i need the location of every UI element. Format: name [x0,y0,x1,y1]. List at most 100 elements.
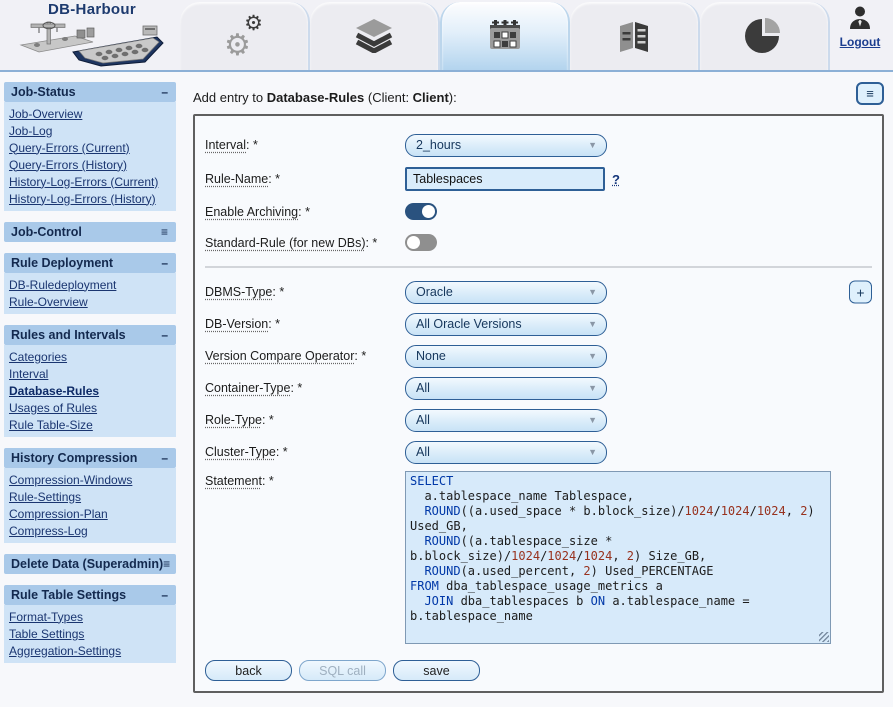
chevron-down-icon: ▼ [588,319,597,329]
page-header: Add entry to Database-Rules (Client: Cli… [193,84,884,110]
selected-value: All [416,413,430,427]
sidebar-item[interactable]: Table Settings [7,625,174,642]
sidebar-section-rule-deployment: Rule Deployment – DB-Ruledeployment Rule… [4,253,176,314]
sql-call-button[interactable]: SQL call [299,660,386,681]
collapse-icon[interactable]: – [161,589,168,601]
sidebar-item[interactable]: History-Log-Errors (Current) [7,173,174,190]
add-entry-button[interactable]: + [849,281,872,304]
rule-name-input[interactable]: Tablespaces [405,167,605,191]
container-type-select[interactable]: All ▼ [405,377,607,400]
statement-textarea[interactable]: SELECT a.tablespace_name Tablespace, ROU… [405,471,831,644]
sidebar-item-database-rules[interactable]: Database-Rules [7,382,174,399]
required-indicator: : * [365,236,377,250]
sidebar-item[interactable]: DB-Ruledeployment [7,276,174,293]
layers-icon [354,19,394,53]
chevron-down-icon: ▼ [588,351,597,361]
sidebar-item[interactable]: Format-Types [7,608,174,625]
interval-select[interactable]: 2_hours ▼ [405,134,607,157]
calendar-icon [487,20,523,52]
sidebar-item[interactable]: Rule-Overview [7,293,174,310]
sidebar-item[interactable]: Query-Errors (Current) [7,139,174,156]
sidebar-section-header[interactable]: Rule Table Settings – [4,585,176,605]
collapse-icon[interactable]: – [161,86,168,98]
sidebar-section-header[interactable]: Job-Status – [4,82,176,102]
required-indicator: : * [290,381,302,395]
selected-value: 2_hours [416,138,461,152]
field-label: DBMS-Type: * [205,285,405,299]
sidebar-item[interactable]: Job-Log [7,122,174,139]
cluster-type-select[interactable]: All ▼ [405,441,607,464]
sidebar-item[interactable]: Aggregation-Settings [7,642,174,659]
sidebar-item[interactable]: Job-Overview [7,105,174,122]
help-link[interactable]: ? [612,172,620,187]
page-title: Add entry to Database-Rules (Client: Cli… [193,90,457,105]
sidebar-item[interactable]: Rule-Settings [7,488,174,505]
sidebar-section-title: History Compression [11,451,137,465]
selected-value: All [416,445,430,459]
field-label: Container-Type: * [205,381,405,395]
role-type-select[interactable]: All ▼ [405,409,607,432]
menu-icon[interactable]: ≡ [163,558,170,570]
collapse-icon[interactable]: – [161,452,168,464]
sidebar-section-header[interactable]: Delete Data (Superadmin) ≡ [4,554,176,574]
sidebar-section-header[interactable]: History Compression – [4,448,176,468]
book-icon [616,19,652,53]
rule-name-row: Rule-Name: * Tablespaces ? [205,162,872,196]
input-value: Tablespaces [413,172,483,186]
back-button[interactable]: back [205,660,292,681]
menu-icon[interactable]: ≡ [161,226,168,238]
chevron-down-icon: ▼ [588,447,597,457]
db-version-select[interactable]: All Oracle Versions ▼ [405,313,607,336]
cluster-type-row: Cluster-Type: * All ▼ [205,436,872,468]
dbms-type-select[interactable]: Oracle ▼ [405,281,607,304]
field-label: Version Compare Operator: * [205,349,405,363]
save-button[interactable]: save [393,660,480,681]
sidebar-section-header[interactable]: Rules and Intervals – [4,325,176,345]
dbms-type-row: DBMS-Type: * Oracle ▼ + [205,276,872,308]
field-label: Standard-Rule (for new DBs): * [205,236,405,250]
form-buttons: back SQL call save [205,660,872,681]
collapse-icon[interactable]: – [161,329,168,341]
tab-book[interactable] [570,2,700,70]
enable-archiving-row: Enable Archiving: * [205,196,872,227]
sidebar-item[interactable]: Compress-Log [7,522,174,539]
version-compare-operator-select[interactable]: None ▼ [405,345,607,368]
tab-calendar[interactable] [440,2,570,70]
logout-label[interactable]: Logout [831,35,889,49]
statement-row: Statement: * SELECT a.tablespace_name Ta… [205,471,872,644]
sidebar-item[interactable]: Categories [7,348,174,365]
field-label: Cluster-Type: * [205,445,405,459]
sidebar-item[interactable]: History-Log-Errors (History) [7,190,174,207]
required-indicator: : * [268,172,280,186]
tab-layers[interactable] [310,2,440,70]
sidebar-item[interactable]: Rule Table-Size [7,416,174,433]
enable-archiving-toggle[interactable] [405,203,437,220]
required-indicator: : * [298,205,310,219]
logout-button[interactable]: Logout [831,5,889,49]
sidebar-section-history-compression: History Compression – Compression-Window… [4,448,176,543]
sidebar-section-title: Job-Control [11,225,82,239]
harbour-ship-illustration [17,18,167,68]
sidebar-section-rules-and-intervals: Rules and Intervals – Categories Interva… [4,325,176,437]
chevron-down-icon: ▼ [588,140,597,150]
main-content: Add entry to Database-Rules (Client: Cli… [193,84,884,693]
sidebar-item[interactable]: Compression-Windows [7,471,174,488]
sidebar-item[interactable]: Interval [7,365,174,382]
tab-gears[interactable]: ⚙⚙ [180,2,310,70]
sidebar-section-title: Delete Data (Superadmin) [11,557,163,571]
header-menu-button[interactable]: ≡ [856,82,884,105]
sidebar-item[interactable]: Query-Errors (History) [7,156,174,173]
selected-value: All [416,381,430,395]
required-indicator: : * [276,445,288,459]
collapse-icon[interactable]: – [161,257,168,269]
sidebar-item[interactable]: Compression-Plan [7,505,174,522]
required-indicator: : * [262,413,274,427]
standard-rule-toggle[interactable] [405,234,437,251]
chevron-down-icon: ▼ [588,287,597,297]
sidebar-item[interactable]: Usages of Rules [7,399,174,416]
sidebar-section-header[interactable]: Job-Control ≡ [4,222,176,242]
resize-handle-icon[interactable] [819,632,829,642]
required-indicator: : * [246,138,258,152]
sidebar-section-header[interactable]: Rule Deployment – [4,253,176,273]
tab-pie-chart[interactable] [700,2,830,70]
